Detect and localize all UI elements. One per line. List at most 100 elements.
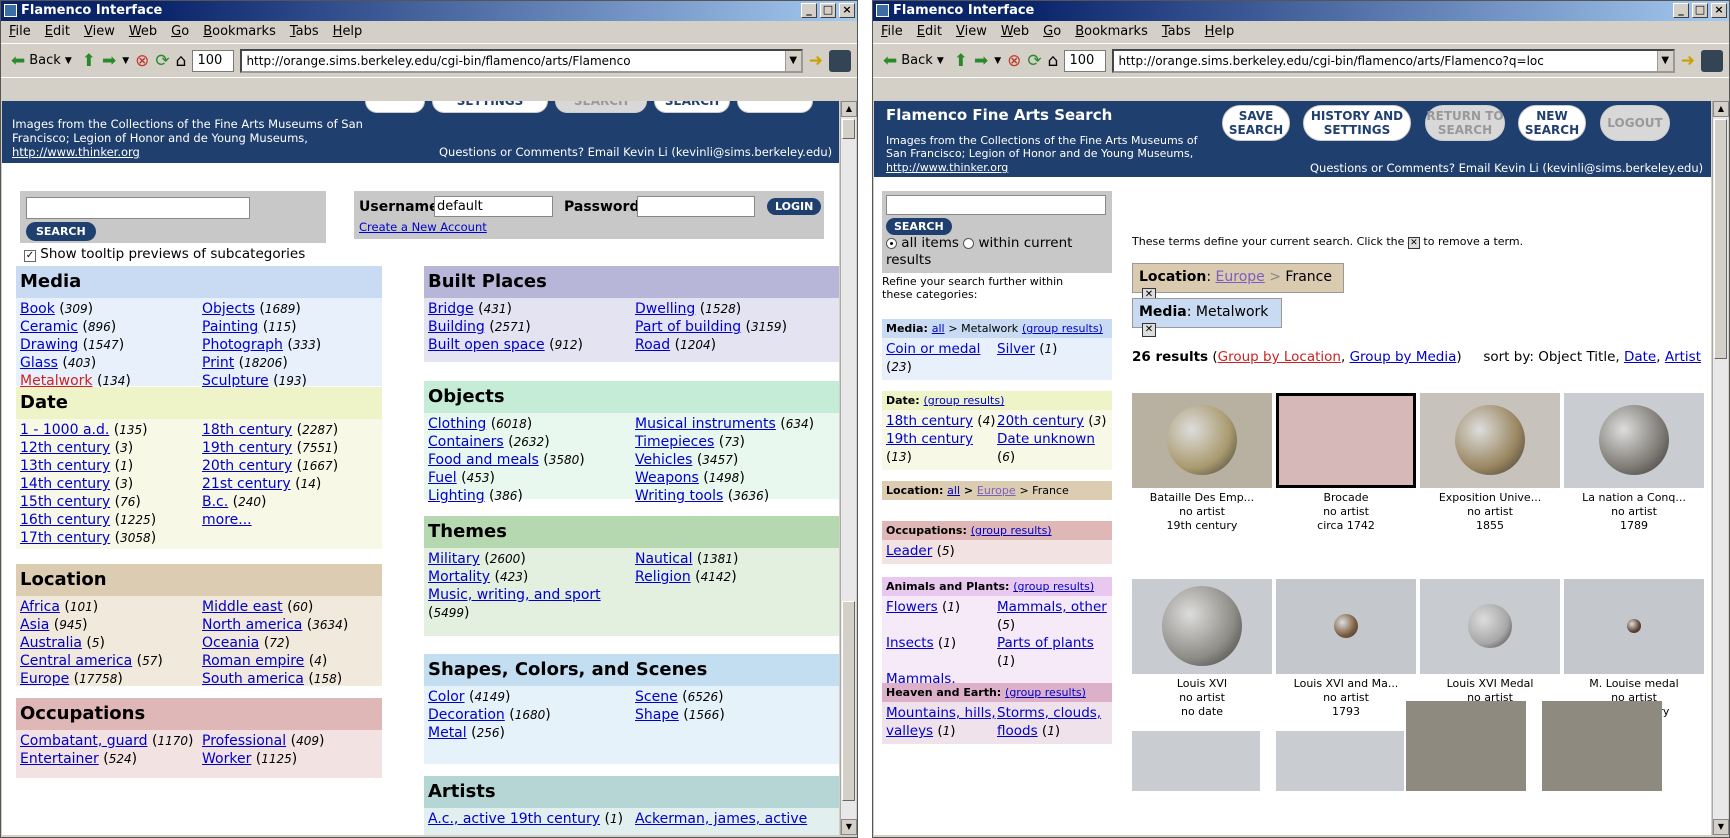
result-item[interactable]: La nation a Conq... no artist 1789: [1564, 393, 1704, 533]
scroll-up-icon[interactable]: ▲: [1713, 101, 1729, 117]
category-link[interactable]: 13th century: [20, 458, 110, 474]
refine-item[interactable]: Silver (1): [997, 340, 1108, 376]
refine-all-link[interactable]: all: [947, 484, 960, 497]
refine-item[interactable]: Mountains, hills, valleys (1): [886, 704, 997, 740]
category-item[interactable]: Color (4149): [428, 688, 629, 706]
result-item[interactable]: M. Louise medalno artist19th century: [1564, 579, 1704, 719]
result-item[interactable]: Louis XVI and Ma... no artist 1793: [1276, 579, 1416, 719]
category-link[interactable]: Worker: [202, 751, 251, 767]
category-link[interactable]: North america: [202, 617, 302, 633]
category-link[interactable]: 21st century: [202, 476, 291, 492]
category-link[interactable]: Photograph: [202, 337, 283, 353]
result-thumbnail[interactable]: [1420, 393, 1560, 488]
group-by-location-link[interactable]: Group by Location: [1218, 349, 1341, 365]
refine-link[interactable]: Mammals, other: [997, 599, 1107, 615]
chevron-down-icon[interactable]: ▼: [65, 56, 72, 66]
category-item[interactable]: 16th century (1225): [20, 511, 196, 529]
category-item[interactable]: Shape (1566): [635, 706, 836, 724]
category-link[interactable]: Road: [635, 337, 670, 353]
group-results-link[interactable]: (group results): [1005, 686, 1086, 699]
category-link[interactable]: Asia: [20, 617, 49, 633]
refine-link[interactable]: Insects: [886, 635, 934, 651]
menu-help[interactable]: Help: [1205, 24, 1235, 40]
result-thumbnail-partial[interactable]: [1542, 701, 1662, 791]
category-link[interactable]: 16th century: [20, 512, 110, 528]
right-scrollbar[interactable]: ▲ ▼: [1712, 101, 1729, 835]
refine-item[interactable]: Mammals, other (5): [997, 598, 1108, 634]
reload-icon[interactable]: ⟳: [155, 52, 169, 70]
category-item[interactable]: Music, writing, and sport (5499): [428, 586, 629, 622]
refine-item[interactable]: Flowers (1): [886, 598, 997, 634]
zoom-field[interactable]: 100: [192, 49, 235, 72]
refine-item[interactable]: Parts of plants (1): [997, 634, 1108, 670]
group-results-link[interactable]: (group results): [924, 394, 1005, 407]
refine-europe-link[interactable]: Europe: [977, 484, 1016, 497]
category-item[interactable]: Mortality (423): [428, 568, 629, 586]
forward-arrow-icon[interactable]: ➡: [102, 52, 116, 70]
category-link[interactable]: Print: [202, 355, 234, 371]
category-link[interactable]: Scene: [635, 689, 678, 705]
category-link[interactable]: Europe: [20, 671, 69, 687]
category-item[interactable]: 20th century (1667): [202, 457, 378, 475]
category-item[interactable]: Weapons (1498): [635, 469, 836, 487]
back-button[interactable]: ⬅ Back ▼: [879, 50, 948, 72]
logout-button[interactable]: LOGOUT: [1600, 105, 1670, 141]
category-link[interactable]: Part of building: [635, 319, 741, 335]
category-link[interactable]: Vehicles: [635, 452, 692, 468]
tooltip-checkbox[interactable]: ✓: [24, 250, 36, 262]
home-icon[interactable]: ⌂: [1048, 52, 1059, 70]
category-link[interactable]: South america: [202, 671, 304, 687]
zoom-field[interactable]: 100: [1064, 49, 1107, 72]
category-item[interactable]: Asia (945): [20, 616, 196, 634]
category-item[interactable]: 19th century (7551): [202, 439, 378, 457]
up-arrow-icon[interactable]: ⬆: [82, 52, 96, 70]
category-link[interactable]: Color: [428, 689, 465, 705]
category-item[interactable]: Fuel (453): [428, 469, 629, 487]
result-thumbnail[interactable]: [1420, 579, 1560, 674]
menu-edit[interactable]: Edit: [45, 24, 70, 40]
category-item[interactable]: Book (309): [20, 300, 196, 318]
category-item[interactable]: Bridge (431): [428, 300, 629, 318]
menu-bookmarks[interactable]: Bookmarks: [203, 24, 276, 40]
refine-link[interactable]: Leader: [886, 543, 932, 559]
settings-button[interactable]: SETTINGS: [432, 101, 548, 113]
category-item[interactable]: Ackerman, james, active: [635, 810, 836, 828]
return-search-button[interactable]: RETURN TO SEARCH: [1425, 105, 1505, 141]
go-icon[interactable]: ➜: [1681, 52, 1695, 70]
category-item[interactable]: Part of building (3159): [635, 318, 836, 336]
category-item[interactable]: 1 - 1000 a.d. (135): [20, 421, 196, 439]
category-link[interactable]: Lighting: [428, 488, 485, 504]
category-item[interactable]: Roman empire (4): [202, 652, 378, 670]
category-link[interactable]: Africa: [20, 599, 60, 615]
category-link[interactable]: Military: [428, 551, 480, 567]
scroll-down-icon[interactable]: ▼: [841, 819, 857, 835]
category-link[interactable]: A.c., active 19th century: [428, 811, 600, 827]
category-link[interactable]: Clothing: [428, 416, 486, 432]
sort-artist-link[interactable]: Artist: [1665, 349, 1701, 365]
category-link[interactable]: 12th century: [20, 440, 110, 456]
category-link[interactable]: Weapons: [635, 470, 699, 486]
category-link[interactable]: Book: [20, 301, 55, 317]
category-item[interactable]: Timepieces (73): [635, 433, 836, 451]
category-item[interactable]: Middle east (60): [202, 598, 378, 616]
group-results-link[interactable]: (group results): [1022, 322, 1103, 335]
result-item[interactable]: Exposition Unive... no artist 1855: [1420, 393, 1560, 533]
search-input[interactable]: [886, 195, 1106, 215]
refine-item[interactable]: Coin or medal (23): [886, 340, 997, 376]
refine-item[interactable]: Leader (5): [886, 542, 997, 560]
minimize-button[interactable]: _: [801, 3, 817, 18]
category-item[interactable]: Europe (17758): [20, 670, 196, 688]
category-link[interactable]: Entertainer: [20, 751, 99, 767]
refine-item[interactable]: Date unknown (6): [997, 430, 1108, 466]
result-item[interactable]: Bataille Des Emp... no artist 19th century: [1132, 393, 1272, 533]
category-link[interactable]: Timepieces: [635, 434, 714, 450]
group-by-media-link[interactable]: Group by Media: [1350, 349, 1457, 365]
category-link[interactable]: Ackerman, james, active: [635, 811, 807, 827]
category-link[interactable]: 20th century: [202, 458, 292, 474]
result-thumbnail-partial[interactable]: [1406, 701, 1526, 791]
category-item[interactable]: Central america (57): [20, 652, 196, 670]
category-link[interactable]: Objects: [202, 301, 255, 317]
category-item[interactable]: Professional (409): [202, 732, 378, 750]
result-thumbnail[interactable]: [1564, 579, 1704, 674]
search-input[interactable]: [26, 197, 250, 219]
